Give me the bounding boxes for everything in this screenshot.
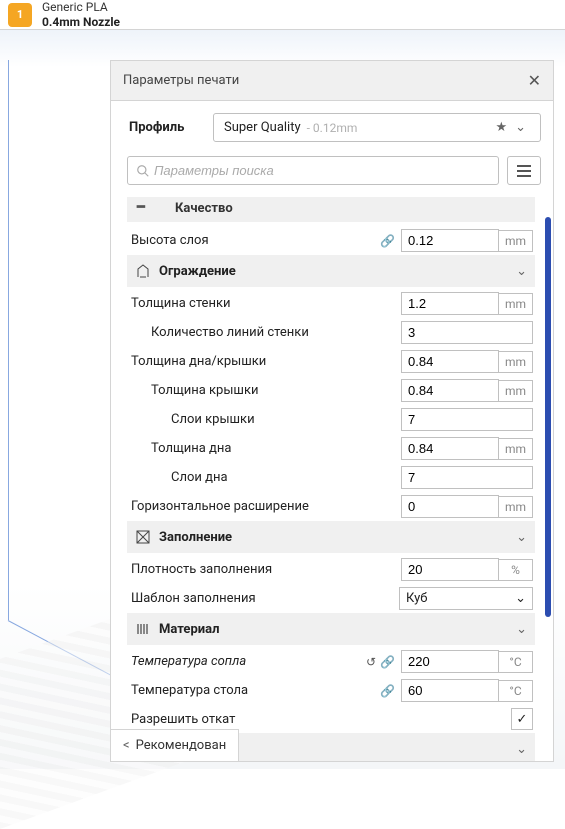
unit-label: mm — [499, 351, 533, 373]
hamburger-icon — [516, 164, 532, 178]
reset-icon[interactable]: ↺ — [366, 655, 376, 669]
infill-pattern-dropdown[interactable]: Куб ⌄ — [399, 587, 533, 610]
top-bar: 1 Generic PLA 0.4mm Nozzle — [0, 0, 565, 30]
axis-line — [8, 60, 9, 620]
setting-infill-density: Плотность заполнения % — [127, 555, 535, 584]
bed-temp-input[interactable] — [401, 679, 499, 702]
chevron-down-icon: ⌄ — [516, 622, 527, 637]
setting-infill-pattern: Шаблон заполнения Куб ⌄ — [127, 584, 535, 613]
setting-label: Высота слоя — [129, 233, 380, 248]
setting-top-layers: Слои крышки — [127, 405, 535, 434]
chevron-down-icon: ⌄ — [516, 530, 527, 545]
setting-layer-height: Высота слоя 🔗 mm — [127, 226, 535, 255]
infill-density-input[interactable] — [401, 558, 499, 581]
link-icon[interactable]: 🔗 — [380, 234, 395, 248]
setting-wall-thickness: Толщина стенки mm — [127, 289, 535, 318]
layer-height-input[interactable] — [401, 229, 499, 252]
setting-label: Толщина дна — [129, 441, 401, 456]
profile-sub: - 0.12mm — [307, 121, 358, 135]
setting-label: Слои крышки — [129, 412, 401, 427]
chevron-down-icon[interactable]: ⌄ — [511, 120, 530, 135]
chevron-down-icon: ⌄ — [516, 742, 527, 757]
search-box[interactable] — [127, 156, 499, 185]
unit-label: mm — [499, 380, 533, 402]
unit-label: % — [499, 559, 533, 581]
panel-header: Параметры печати ✕ — [111, 61, 553, 101]
setting-label: Количество линий стенки — [129, 325, 401, 340]
horizontal-expansion-input[interactable] — [401, 495, 499, 518]
top-layers-input[interactable] — [401, 408, 533, 431]
search-row — [111, 148, 553, 197]
extruder-badge: 1 — [8, 3, 32, 27]
section-label: Заполнение — [159, 530, 516, 545]
top-bottom-thickness-input[interactable] — [401, 350, 499, 373]
section-infill[interactable]: Заполнение ⌄ — [127, 521, 535, 553]
star-icon[interactable]: ★ — [491, 120, 511, 135]
setting-label: Температура сопла — [129, 654, 366, 669]
settings-list: ━ Качество Высота слоя 🔗 mm Ограждение ⌄… — [111, 197, 553, 761]
setting-label: Толщина крышки — [129, 383, 401, 398]
material-name: Generic PLA — [42, 0, 120, 14]
dropdown-value: Куб — [406, 591, 427, 606]
bottom-thickness-input[interactable] — [401, 437, 499, 460]
unit-label: mm — [499, 438, 533, 460]
setting-label: Шаблон заполнения — [129, 591, 399, 606]
wall-thickness-input[interactable] — [401, 292, 499, 315]
search-icon — [136, 164, 150, 178]
search-input[interactable] — [154, 163, 490, 178]
section-label: Материал — [159, 622, 516, 637]
walls-icon — [135, 262, 159, 280]
setting-label: Слои дна — [129, 470, 401, 485]
link-icon[interactable]: 🔗 — [380, 655, 395, 669]
setting-bed-temp: Температура стола 🔗 °C — [127, 676, 535, 705]
bottom-layers-input[interactable] — [401, 466, 533, 489]
profile-name: Super Quality — [224, 120, 301, 135]
unit-label: mm — [499, 496, 533, 518]
print-temp-input[interactable] — [401, 650, 499, 673]
unit-label: mm — [499, 293, 533, 315]
panel-title: Параметры печати — [123, 73, 239, 88]
setting-top-bottom-thickness: Толщина дна/крышки mm — [127, 347, 535, 376]
infill-icon — [135, 528, 159, 546]
section-label: Ограждение — [159, 264, 516, 279]
setting-label: Толщина стенки — [129, 296, 401, 311]
setting-top-thickness: Толщина крышки mm — [127, 376, 535, 405]
nozzle-size: 0.4mm Nozzle — [42, 15, 120, 29]
material-icon — [135, 620, 159, 638]
wall-line-count-input[interactable] — [401, 321, 533, 344]
recommended-button[interactable]: < Рекомендован — [110, 729, 239, 762]
scrollbar-thumb[interactable] — [545, 217, 551, 617]
link-icon[interactable]: 🔗 — [380, 684, 395, 698]
setting-label: Плотность заполнения — [129, 562, 401, 577]
profile-label: Профиль — [129, 120, 193, 135]
setting-bottom-layers: Слои дна — [127, 463, 535, 492]
setting-bottom-thickness: Толщина дна mm — [127, 434, 535, 463]
section-material[interactable]: Материал ⌄ — [127, 613, 535, 645]
setting-wall-line-count: Количество линий стенки — [127, 318, 535, 347]
setting-label: Горизонтальное расширение — [129, 499, 401, 514]
chevron-left-icon: < — [123, 738, 130, 753]
setting-horizontal-expansion: Горизонтальное расширение mm — [127, 492, 535, 521]
print-settings-panel: Параметры печати ✕ Профиль Super Quality… — [110, 60, 554, 762]
unit-label: °C — [499, 651, 533, 673]
profile-dropdown[interactable]: Super Quality - 0.12mm ★ ⌄ — [213, 113, 541, 142]
unit-label: °C — [499, 680, 533, 702]
unit-label: mm — [499, 230, 533, 252]
close-icon[interactable]: ✕ — [528, 71, 541, 90]
setting-label: Температура стола — [129, 683, 380, 698]
enable-retraction-checkbox[interactable]: ✓ — [511, 708, 533, 730]
setting-label: Разрешить откат — [129, 712, 511, 727]
top-thickness-input[interactable] — [401, 379, 499, 402]
section-quality-partial: ━ Качество — [127, 197, 535, 222]
button-label: Рекомендован — [136, 738, 227, 753]
chevron-down-icon: ⌄ — [516, 264, 527, 279]
profile-row: Профиль Super Quality - 0.12mm ★ ⌄ — [111, 101, 553, 148]
section-walls[interactable]: Ограждение ⌄ — [127, 255, 535, 287]
menu-button[interactable] — [507, 156, 541, 185]
chevron-down-icon: ⌄ — [515, 591, 526, 606]
setting-print-temp: Температура сопла ↺ 🔗 °C — [127, 647, 535, 676]
setting-label: Толщина дна/крышки — [129, 354, 401, 369]
